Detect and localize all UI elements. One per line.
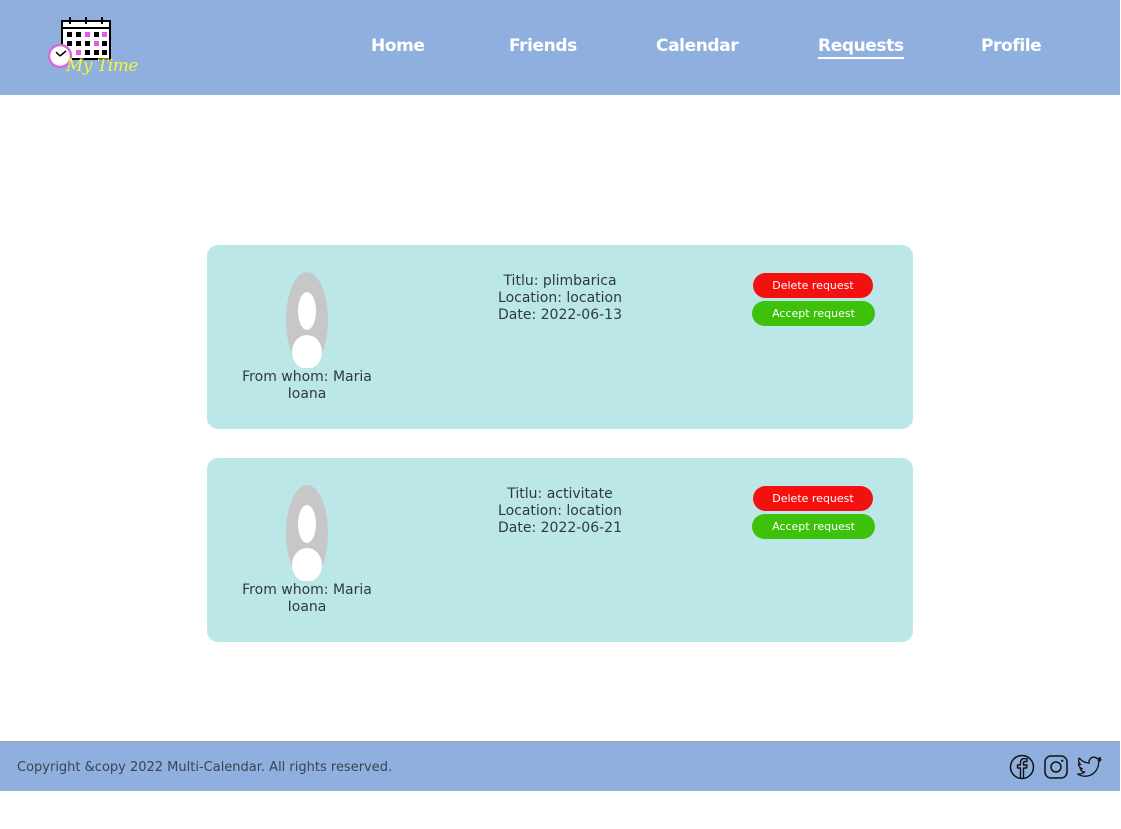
nav-requests[interactable]: Requests: [818, 36, 904, 59]
request-from: From whom: Maria Ioana: [242, 582, 372, 615]
accept-request-button[interactable]: Accept request: [752, 301, 875, 326]
facebook-icon[interactable]: [1009, 754, 1035, 780]
nav-calendar[interactable]: Calendar: [656, 36, 739, 56]
request-location: Location: location: [498, 503, 622, 519]
instagram-icon[interactable]: [1043, 754, 1069, 780]
nav-home[interactable]: Home: [371, 36, 425, 56]
request-info: Titlu: plimbarica Location: location Dat…: [470, 273, 650, 324]
request-card: From whom: Maria Ioana Titlu: activitate…: [207, 458, 913, 642]
copyright-text: Copyright &copy 2022 Multi-Calendar. All…: [17, 760, 393, 775]
avatar: [286, 272, 328, 368]
accept-request-button[interactable]: Accept request: [752, 514, 875, 539]
twitter-icon[interactable]: [1077, 754, 1103, 780]
footer: Copyright &copy 2022 Multi-Calendar. All…: [0, 741, 1120, 791]
delete-request-button[interactable]: Delete request: [753, 486, 873, 511]
nav-profile[interactable]: Profile: [981, 36, 1042, 56]
request-date: Date: 2022-06-13: [498, 307, 622, 323]
request-title: Titlu: activitate: [507, 486, 613, 502]
request-from: From whom: Maria Ioana: [242, 369, 372, 402]
request-date: Date: 2022-06-21: [498, 520, 622, 536]
delete-request-button[interactable]: Delete request: [753, 273, 873, 298]
header: My Time Home Friends Calendar Requests P…: [0, 0, 1120, 95]
request-title: Titlu: plimbarica: [503, 273, 617, 289]
request-location: Location: location: [498, 290, 622, 306]
request-info: Titlu: activitate Location: location Dat…: [470, 486, 650, 537]
logo-text: My Time: [66, 56, 138, 76]
avatar: [286, 485, 328, 581]
nav-friends[interactable]: Friends: [509, 36, 577, 56]
app-logo[interactable]: My Time: [46, 16, 138, 84]
request-card: From whom: Maria Ioana Titlu: plimbarica…: [207, 245, 913, 429]
